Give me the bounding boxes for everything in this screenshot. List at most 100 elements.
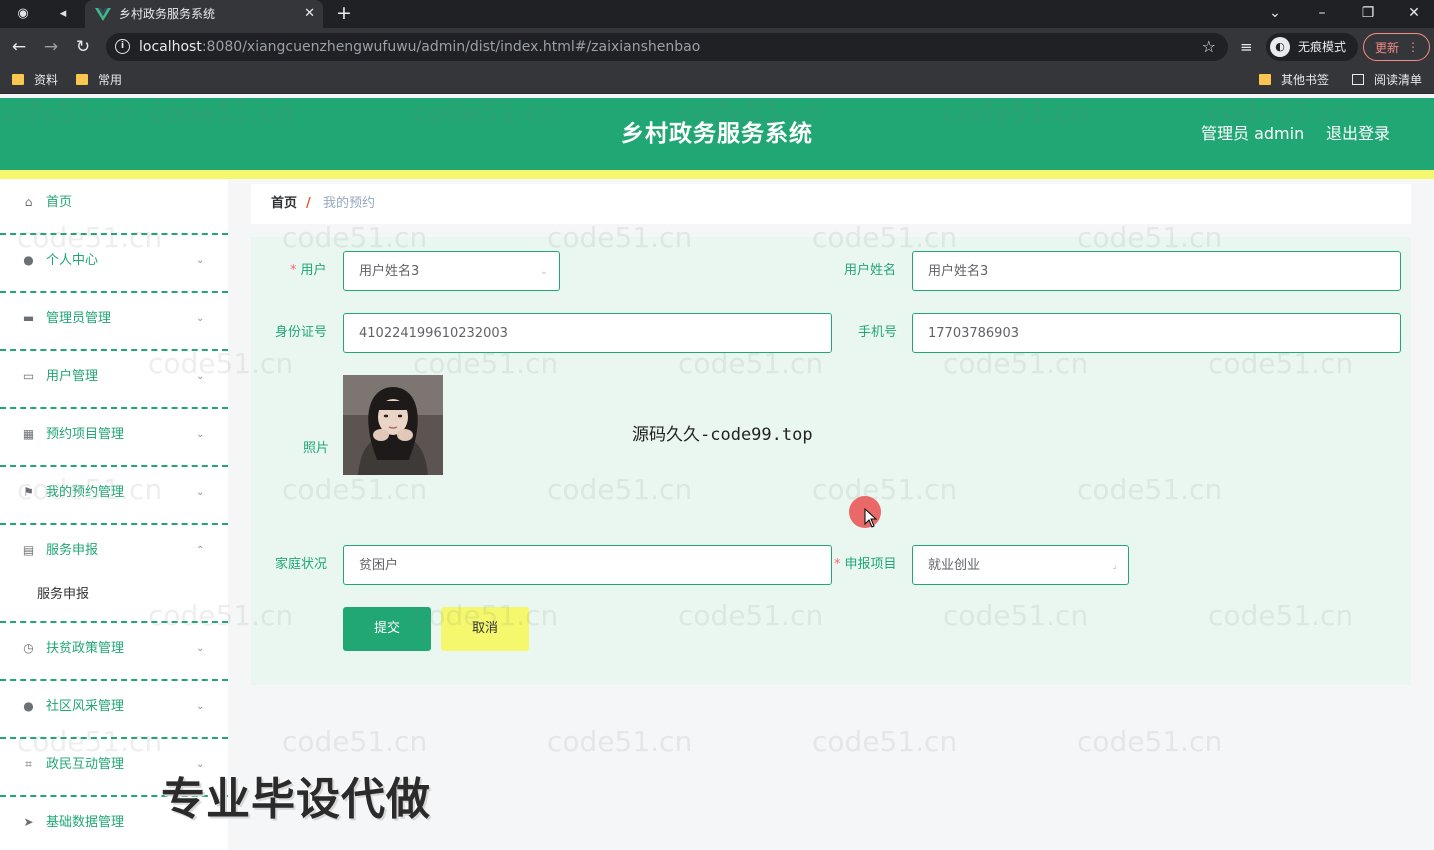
vue-logo-icon <box>95 8 111 21</box>
header-accent-strip <box>0 170 1434 179</box>
username-label: 用户姓名 <box>844 263 897 278</box>
chevron-down-icon: ⌄ <box>196 371 205 382</box>
sound-icon[interactable]: ◂ <box>54 5 72 23</box>
more-menu-icon[interactable]: ⋮ <box>1407 39 1419 55</box>
folder-icon <box>12 74 24 85</box>
briefcase-icon: ▬ <box>22 311 35 325</box>
address-url[interactable]: localhost:8080/xiangcuenzhengwufuwu/admi… <box>139 38 700 56</box>
reload-icon[interactable]: ↻ <box>73 37 93 57</box>
family-label: 家庭状况 <box>275 557 328 572</box>
sidebar-item-profile[interactable]: ● 个人中心 ⌄ <box>0 237 228 293</box>
breadcrumb: 首页 / 我的预约 <box>251 184 1411 224</box>
clock-icon: ◷ <box>23 641 34 655</box>
portrait-image <box>343 375 443 475</box>
browser-tab[interactable]: 乡村政务服务系统 ✕ <box>85 0 323 28</box>
watermark: code51.cn <box>282 725 428 758</box>
resize-handle-icon: ⌟ <box>1112 560 1117 571</box>
breadcrumb-separator: / <box>306 196 311 211</box>
bookmarks-bar: 资料 常用 其他书签 阅读清单 <box>0 66 1434 94</box>
incognito-indicator[interactable]: ◐ 无痕模式 <box>1266 33 1358 61</box>
required-mark: * <box>834 557 841 572</box>
chevron-down-icon[interactable]: ⌄ <box>1265 3 1285 23</box>
sidebar-item-appointments[interactable]: ⚑ 我的预约管理 ⌄ <box>0 469 228 525</box>
browser-menu-icon[interactable]: ◉ <box>14 5 32 23</box>
other-bookmarks[interactable]: 其他书签 <box>1259 72 1329 88</box>
reading-mode-icon[interactable]: ≡ <box>1240 37 1253 57</box>
reading-list-icon <box>1352 74 1364 85</box>
bookmark-star-icon[interactable]: ☆ <box>1202 37 1216 57</box>
watermark: code51.cn <box>1077 725 1223 758</box>
crop-icon: ⌗ <box>25 757 32 771</box>
user-icon: ● <box>23 253 34 267</box>
family-status-field[interactable]: 贫困户 <box>343 545 832 585</box>
chevron-down-icon: ⌄ <box>196 759 205 770</box>
reading-list[interactable]: 阅读清单 <box>1352 72 1422 88</box>
chat-icon: ▭ <box>22 369 35 383</box>
site-info-icon[interactable]: i <box>115 39 130 54</box>
folder-icon <box>1259 74 1271 85</box>
chevron-down-icon: ⌄ <box>196 643 205 654</box>
cancel-button[interactable]: 取消 <box>441 607 529 651</box>
incognito-icon: ◐ <box>1270 37 1290 57</box>
browser-toolbar: ← → ↻ i localhost:8080/xiangcuenzhengwuf… <box>0 28 1434 66</box>
sidebar-item-service-declare[interactable]: ▤ 服务申报 ⌃ <box>0 527 228 577</box>
grid-icon: ▦ <box>22 427 35 441</box>
user-label: * 用户 <box>290 263 327 278</box>
bookmark-folder[interactable]: 资料 <box>12 72 58 88</box>
submit-button[interactable]: 提交 <box>343 607 431 651</box>
close-window-icon[interactable]: ✕ <box>1404 3 1424 23</box>
back-icon[interactable]: ← <box>9 37 29 57</box>
submenu-item-service-declare[interactable]: 服务申报 <box>0 577 228 623</box>
close-tab-icon[interactable]: ✕ <box>304 5 315 23</box>
tab-title: 乡村政务服务系统 <box>119 7 216 21</box>
user-icon: ● <box>23 699 34 713</box>
forward-icon[interactable]: → <box>41 37 61 57</box>
update-button[interactable]: 更新 ⋮ <box>1363 33 1430 61</box>
sidebar: ⌂ 首页 ● 个人中心 ⌄ ▬ 管理员管理 ⌄ ▭ 用户管理 ⌄ ▦ 预约项目管… <box>0 179 228 850</box>
logout-link[interactable]: 退出登录 <box>1326 124 1390 144</box>
message-icon: ▤ <box>22 543 35 557</box>
promo-caption: 专业毕设代做 <box>161 774 431 825</box>
app-header: 乡村政务服务系统 管理员 admin 退出登录 <box>0 98 1434 170</box>
flag-icon: ⚑ <box>23 485 34 499</box>
sidebar-item-admins[interactable]: ▬ 管理员管理 ⌄ <box>0 295 228 351</box>
source-watermark-text: 源码久久-code99.top <box>632 425 813 445</box>
new-tab-icon[interactable]: + <box>336 3 352 23</box>
chevron-down-icon: ⌄ <box>196 487 205 498</box>
current-user: 管理员 admin <box>1201 124 1305 143</box>
user-photo[interactable] <box>343 375 443 475</box>
sidebar-item-poverty-policy[interactable]: ◷ 扶贫政策管理 ⌄ <box>0 625 228 681</box>
browser-tab-bar: ◉ ◂ 乡村政务服务系统 ✕ + ⌄ – ❐ ✕ <box>0 0 1434 28</box>
project-select[interactable]: 就业创业 ⌟ <box>912 545 1129 585</box>
sidebar-item-projects[interactable]: ▦ 预约项目管理 ⌄ <box>0 411 228 467</box>
incognito-label: 无痕模式 <box>1298 40 1347 54</box>
bookmark-folder[interactable]: 常用 <box>76 72 122 88</box>
required-mark: * <box>290 263 297 278</box>
sidebar-item-community[interactable]: ● 社区风采管理 ⌄ <box>0 683 228 739</box>
chevron-down-icon: ⌄ <box>196 313 205 324</box>
user-select[interactable]: 用户姓名3 ⌄ <box>343 251 560 291</box>
address-bar[interactable]: i localhost:8080/xiangcuenzhengwufuwu/ad… <box>106 33 1228 61</box>
send-icon: ➤ <box>23 815 34 829</box>
chevron-down-icon: ⌄ <box>539 266 548 277</box>
mouse-pointer-icon <box>864 508 878 528</box>
breadcrumb-current: 我的预约 <box>323 196 376 211</box>
chevron-down-icon: ⌄ <box>196 701 205 712</box>
chevron-down-icon: ⌄ <box>196 429 205 440</box>
username-field[interactable]: 用户姓名3 <box>912 251 1401 291</box>
watermark: code51.cn <box>547 725 693 758</box>
photo-label: 照片 <box>303 441 330 456</box>
phone-field[interactable]: 17703786903 <box>912 313 1401 353</box>
home-icon: ⌂ <box>24 195 33 209</box>
chevron-down-icon: ⌄ <box>196 255 205 266</box>
idcard-field[interactable]: 410224199610232003 <box>343 313 832 353</box>
folder-icon <box>76 74 88 85</box>
watermark: code51.cn <box>812 725 958 758</box>
sidebar-item-users[interactable]: ▭ 用户管理 ⌄ <box>0 353 228 409</box>
sidebar-item-home[interactable]: ⌂ 首页 <box>0 179 228 235</box>
project-label: * 申报项目 <box>834 557 897 572</box>
minimize-icon[interactable]: – <box>1312 3 1332 23</box>
chevron-up-icon: ⌃ <box>196 545 205 556</box>
restore-icon[interactable]: ❐ <box>1358 3 1378 23</box>
breadcrumb-home[interactable]: 首页 <box>271 195 297 213</box>
